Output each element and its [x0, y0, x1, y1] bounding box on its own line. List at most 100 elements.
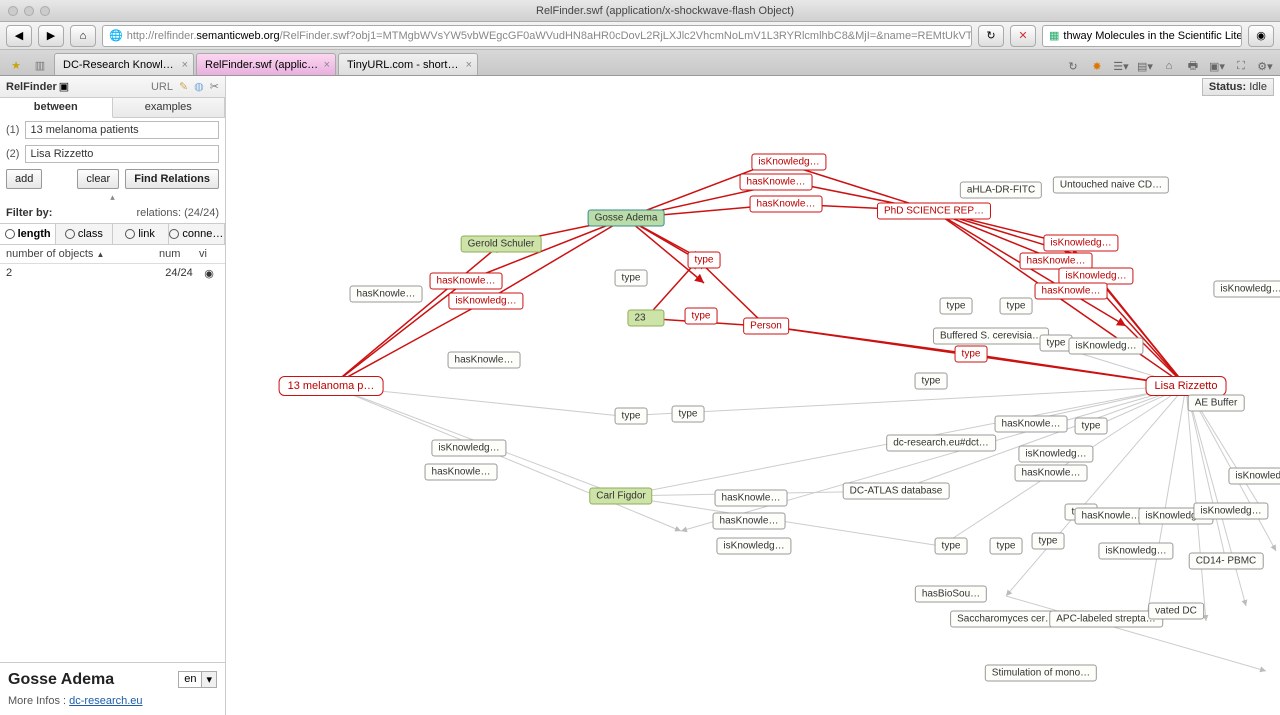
- rel-hask-g[interactable]: hasKnowle…: [350, 286, 423, 303]
- rel-isk-g[interactable]: isKnowledg…: [1228, 468, 1280, 485]
- node-phd[interactable]: PhD SCIENCE REP…: [877, 203, 991, 220]
- rel-type[interactable]: type: [688, 252, 721, 269]
- browser-search[interactable]: ▦ thway Molecules in the Scientific Lite…: [1042, 25, 1242, 47]
- rel-isk[interactable]: isKnowledg…: [1043, 235, 1118, 252]
- tab-examples[interactable]: examples: [113, 98, 226, 117]
- filter-tab-class[interactable]: class: [56, 224, 112, 244]
- filter-tab-link[interactable]: link: [113, 224, 169, 244]
- node-gerold[interactable]: Gerold Schuler: [461, 236, 542, 253]
- url-bar[interactable]: 🌐 http://relfinder.semanticweb.org/RelFi…: [102, 25, 972, 47]
- fullscreen-icon[interactable]: ⛶: [1232, 57, 1250, 75]
- rel-hask-g[interactable]: hasKnowle…: [1075, 508, 1148, 525]
- node-sacc[interactable]: Saccharomyces cer…: [950, 611, 1062, 628]
- rel-isk-g[interactable]: isKnowledg…: [1098, 543, 1173, 560]
- stop-button[interactable]: ✕: [1010, 25, 1036, 47]
- tab-relfinder[interactable]: RelFinder.swf (applic…×: [196, 53, 336, 75]
- table-row[interactable]: 2 24/24 ◉: [0, 264, 225, 283]
- rel-hask[interactable]: hasKnowle…: [750, 196, 823, 213]
- col-num[interactable]: num: [159, 248, 199, 260]
- rel-hask[interactable]: hasKnowle…: [1035, 283, 1108, 300]
- rel-type-g[interactable]: type: [990, 538, 1023, 555]
- chevron-down-icon[interactable]: ▾: [202, 671, 217, 688]
- add-button[interactable]: add: [6, 169, 42, 189]
- node-ahla[interactable]: aHLA-DR-FITC: [960, 182, 1042, 199]
- rel-hask-g[interactable]: hasKnowle…: [713, 513, 786, 530]
- rel-isk-g[interactable]: isKnowledg…: [1193, 503, 1268, 520]
- rel-hask-g[interactable]: hasKnowle…: [1015, 465, 1088, 482]
- print2-icon[interactable]: 🖶: [1184, 57, 1202, 75]
- gear-icon[interactable]: ⚙▾: [1256, 57, 1274, 75]
- rel-hask[interactable]: hasKnowle…: [430, 273, 503, 290]
- node-stim[interactable]: Stimulation of mono…: [985, 665, 1097, 682]
- node-cd14[interactable]: CD14- PBMC: [1189, 553, 1264, 570]
- node-apc[interactable]: APC-labeled strepta…: [1049, 611, 1163, 628]
- col-objects[interactable]: number of objects▲: [6, 248, 159, 260]
- rel-isk-g[interactable]: isKnowledg…: [1018, 446, 1093, 463]
- forward-button[interactable]: ▶: [38, 25, 64, 47]
- graph-canvas[interactable]: Status: Idle: [226, 76, 1280, 715]
- tab-tinyurl[interactable]: TinyURL.com - short…×: [338, 53, 478, 75]
- cell-visibility-icon[interactable]: ◉: [199, 267, 219, 280]
- node-person[interactable]: Person: [743, 318, 789, 335]
- node-vatedDC[interactable]: vated DC: [1148, 603, 1204, 620]
- rel-hask[interactable]: hasKnowle…: [740, 174, 813, 191]
- globe-icon[interactable]: ◍: [194, 80, 204, 93]
- rel-isk[interactable]: isKnowledg…: [448, 293, 523, 310]
- print-icon[interactable]: ▤▾: [1136, 57, 1154, 75]
- rel-type-g[interactable]: type: [940, 298, 973, 315]
- rel-type[interactable]: type: [685, 308, 718, 325]
- language-selector[interactable]: en ▾: [178, 671, 217, 688]
- node-buffered[interactable]: Buffered S. cerevisia…: [933, 328, 1049, 345]
- rel-type-g[interactable]: type: [1000, 298, 1033, 315]
- query-input-1[interactable]: [25, 121, 219, 139]
- style-icon[interactable]: ▣▾: [1208, 57, 1226, 75]
- close-window-icon[interactable]: [8, 6, 18, 16]
- filter-tab-length[interactable]: length: [0, 224, 56, 244]
- rel-isk[interactable]: isKnowledg…: [751, 154, 826, 171]
- rel-type-g[interactable]: type: [1075, 418, 1108, 435]
- rel-hask-g[interactable]: hasKnowle…: [995, 416, 1068, 433]
- close-icon[interactable]: ×: [182, 59, 188, 71]
- sidebar-toggle-icon[interactable]: ▥: [30, 55, 50, 75]
- node-endpoint-melanoma[interactable]: 13 melanoma p…: [279, 376, 384, 396]
- rel-type-g[interactable]: type: [615, 270, 648, 287]
- col-vi[interactable]: vi: [199, 248, 219, 260]
- node-carl[interactable]: Carl Figdor: [589, 488, 652, 505]
- node-dcatlas[interactable]: DC-ATLAS database: [843, 483, 950, 500]
- evernote-clip-button[interactable]: ◉: [1248, 25, 1274, 47]
- rel-isk-g[interactable]: isKnowledg…: [1213, 281, 1280, 298]
- more-link[interactable]: dc-research.eu: [69, 695, 142, 707]
- node-dcres[interactable]: dc-research.eu#dct…: [886, 435, 996, 452]
- rel-isk-g[interactable]: isKnowledg…: [1068, 338, 1143, 355]
- expander-handle[interactable]: ▴: [0, 192, 225, 203]
- node-endpoint-lisa[interactable]: Lisa Rizzetto: [1146, 376, 1227, 396]
- tab-dc-research[interactable]: DC-Research Knowl…×: [54, 53, 194, 75]
- wrench-icon[interactable]: ✂: [210, 80, 219, 93]
- close-icon[interactable]: ×: [324, 59, 330, 71]
- tab-between[interactable]: between: [0, 98, 113, 118]
- bookmark-menu-icon[interactable]: ★: [6, 55, 26, 75]
- clear-button[interactable]: clear: [77, 169, 119, 189]
- rel-type-g[interactable]: type: [1032, 533, 1065, 550]
- rel-type-g[interactable]: type: [672, 406, 705, 423]
- rel-hask-g[interactable]: hasKnowle…: [448, 352, 521, 369]
- node-23[interactable]: 23: [627, 310, 664, 327]
- node-hasbio[interactable]: hasBioSou…: [915, 586, 987, 603]
- home-button[interactable]: ⌂: [70, 25, 96, 47]
- feed-icon[interactable]: ☰▾: [1112, 57, 1130, 75]
- find-relations-button[interactable]: Find Relations: [125, 169, 219, 189]
- firebug-icon[interactable]: ✸: [1088, 57, 1106, 75]
- home-alt-icon[interactable]: ⌂: [1160, 57, 1178, 75]
- rel-type-g[interactable]: type: [615, 408, 648, 425]
- node-untouched[interactable]: Untouched naive CD…: [1053, 177, 1169, 194]
- pencil-icon[interactable]: ✎: [179, 80, 188, 93]
- filter-tab-conn[interactable]: conne…: [169, 224, 225, 244]
- minimize-window-icon[interactable]: [24, 6, 34, 16]
- node-gosse[interactable]: Gosse Adema: [588, 210, 665, 227]
- rel-isk-g[interactable]: isKnowledg…: [431, 440, 506, 457]
- rel-type-g[interactable]: type: [935, 538, 968, 555]
- rel-type-g[interactable]: type: [915, 373, 948, 390]
- rel-hask-g[interactable]: hasKnowle…: [425, 464, 498, 481]
- query-input-2[interactable]: [25, 145, 219, 163]
- close-icon[interactable]: ×: [466, 59, 472, 71]
